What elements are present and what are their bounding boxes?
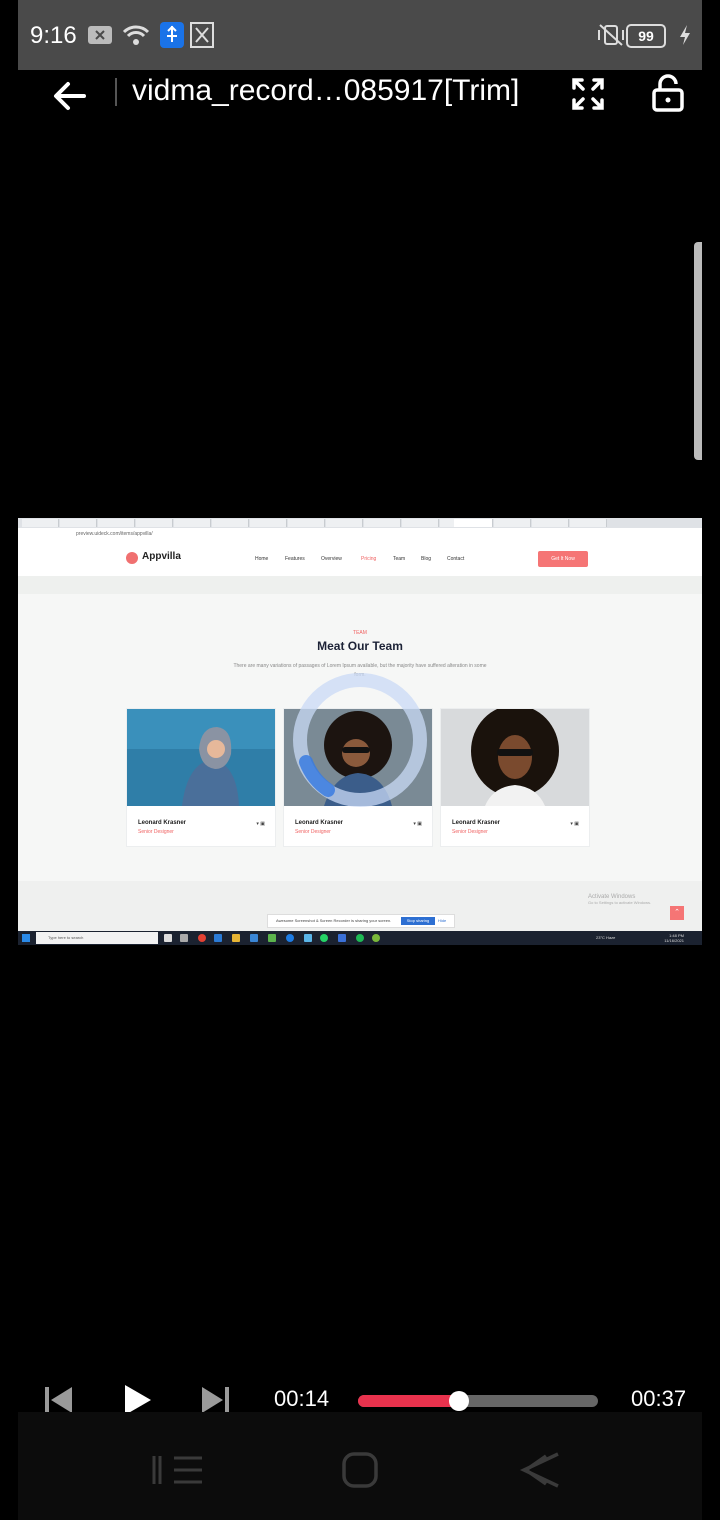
nav-item: Home (255, 556, 269, 562)
status-bar: 9:16 99 (18, 0, 702, 70)
back-icon[interactable] (516, 1450, 564, 1490)
edge-icon (286, 934, 294, 942)
nav-item-active: Pricing (361, 556, 377, 562)
recents-icon[interactable] (148, 1450, 204, 1490)
taskbar-date: 11/16/2021 (664, 938, 684, 943)
watermark-subtitle: Go to Settings to activate Windows. (588, 900, 652, 905)
charging-icon (678, 22, 692, 48)
seek-thumb[interactable] (448, 1391, 469, 1411)
taskbar-app-icon (164, 934, 172, 942)
team-photo (441, 709, 589, 806)
member-role: Senior Designer (295, 829, 331, 835)
video-trim-icon (190, 22, 214, 48)
browser-tab (60, 519, 97, 527)
social-icons: ▾ ▣ (256, 821, 265, 827)
taskbar-search: Type here to search (36, 932, 158, 944)
browser-tab (532, 519, 569, 527)
total-time: 00:37 (631, 1386, 687, 1411)
social-icons: ▾ ▣ (570, 821, 579, 827)
scroll-handle[interactable] (694, 242, 702, 460)
fullscreen-icon[interactable] (566, 72, 610, 116)
screen-share-bar: Awesome Screenshot & Screen Recorder is … (267, 914, 455, 928)
vibrate-off-icon (596, 22, 626, 48)
team-photo (127, 709, 275, 806)
taskbar-app-icon (304, 934, 312, 942)
taskbar-app-icon (180, 934, 188, 942)
address-url: preview.uideck.com/items/appvilla/ (76, 531, 153, 537)
member-name: Leonard Krasner (138, 820, 187, 826)
browser-tab (570, 519, 607, 527)
section-band (18, 576, 702, 594)
browser-tab (402, 519, 439, 527)
taskbar-clock: 1:48 PM 11/16/2021 (664, 933, 684, 943)
address-bar: preview.uideck.com/items/appvilla/ (18, 528, 702, 543)
browser-tab (22, 519, 59, 527)
nav-item: Features (285, 556, 305, 562)
stop-sharing-button: Stop sharing (401, 917, 435, 925)
video-frame[interactable]: preview.uideck.com/items/appvilla/ Appvi… (18, 518, 702, 945)
nav-item: Overview (321, 556, 342, 562)
team-card: Leonard Krasner Senior Designer ▾ ▣ (440, 708, 590, 847)
member-role: Senior Designer (452, 829, 488, 835)
nav-item: Blog (421, 556, 432, 562)
browser-tab (326, 519, 363, 527)
member-name: Leonard Krasner (295, 820, 344, 826)
nav-item: Team (393, 556, 406, 562)
spotify-icon (356, 934, 364, 942)
windows-taskbar: Type here to search 23°C Haze 1:48 PM 11… (18, 931, 702, 945)
video-title: vidma_record…085917[Trim] (132, 74, 520, 107)
nav-item: Contact (447, 556, 465, 562)
browser-tab (288, 519, 325, 527)
section-heading: Meat Our Team (317, 639, 403, 653)
team-card: Leonard Krasner Senior Designer ▾ ▣ (126, 708, 276, 847)
usb-icon (160, 22, 184, 48)
section-eyebrow: TEAM (353, 630, 367, 636)
browser-tab (136, 519, 173, 527)
wifi-icon (122, 22, 150, 48)
seek-bar[interactable] (358, 1391, 598, 1411)
activate-windows-watermark: Activate Windows Go to Settings to activ… (588, 894, 651, 905)
browser-tab (494, 519, 531, 527)
taskbar-app-icon (268, 934, 276, 942)
member-role: Senior Designer (138, 829, 174, 835)
site-nav: Appvilla Home Features Overview Pricing … (18, 542, 702, 576)
store-icon (250, 934, 258, 942)
browser-tab (174, 519, 211, 527)
chrome-icon (198, 934, 206, 942)
browser-tab (212, 519, 249, 527)
social-icons: ▾ ▣ (413, 821, 422, 827)
windows-start-icon (22, 934, 30, 942)
close-notification-icon (88, 22, 112, 48)
browser-tab (250, 519, 287, 527)
home-icon[interactable] (340, 1450, 380, 1490)
taskbar-weather: 23°C Haze (596, 935, 616, 940)
browser-tab-active (454, 519, 493, 527)
browser-tabs (18, 518, 702, 528)
brand-logo-icon (126, 552, 138, 564)
current-time: 00:14 (274, 1386, 330, 1411)
loading-spinner-icon (293, 673, 427, 807)
player-header: vidma_record…085917[Trim] (0, 70, 720, 140)
brand-name: Appvilla (142, 551, 181, 562)
folder-icon (232, 934, 240, 942)
back-arrow-icon[interactable] (48, 74, 92, 118)
get-it-now-button: Get It Now (538, 551, 588, 567)
browser-tab (364, 519, 401, 527)
browser-tab (98, 519, 135, 527)
header-divider (115, 78, 117, 106)
member-name: Leonard Krasner (452, 820, 501, 826)
seek-progress (358, 1395, 459, 1407)
vscode-icon (214, 934, 222, 942)
taskbar-app-icon (372, 934, 380, 942)
whatsapp-icon (320, 934, 328, 942)
unlock-icon[interactable] (646, 72, 690, 116)
hide-button: Hide (438, 918, 447, 923)
battery-level: 99 (626, 24, 666, 48)
taskbar-app-icon (338, 934, 346, 942)
system-nav-bar (18, 1412, 702, 1520)
scroll-top-icon: ⌃ (670, 906, 684, 920)
share-text: Awesome Screenshot & Screen Recorder is … (276, 918, 392, 923)
clock: 9:16 (30, 22, 77, 49)
